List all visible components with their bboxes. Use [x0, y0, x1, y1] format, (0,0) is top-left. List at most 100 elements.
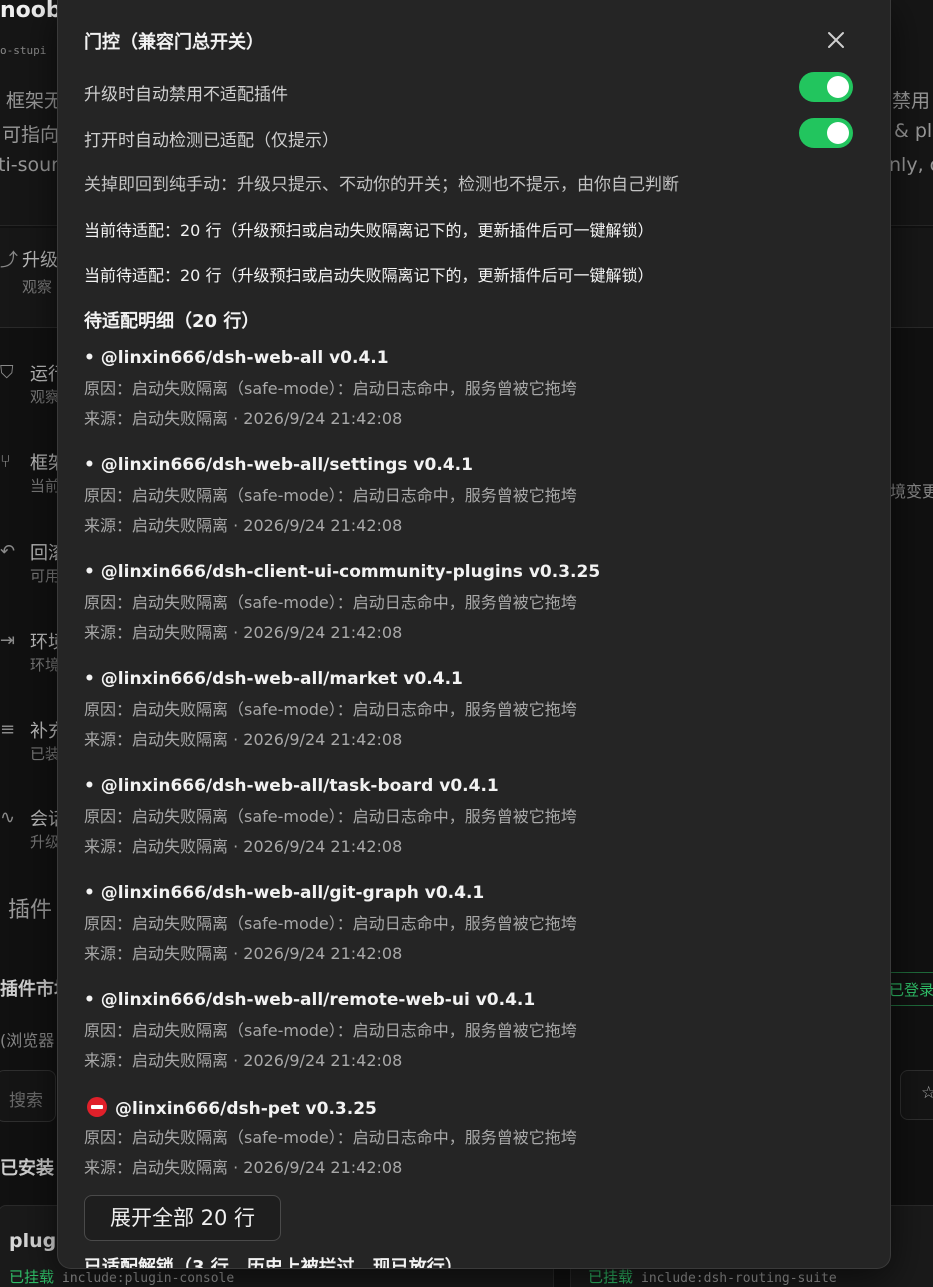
item-name: @linxin666/dsh-pet v0.3.25 [84, 1097, 377, 1119]
pending-count: 当前待适配：20 行（升级预扫或启动失败隔离记下的，更新插件后可一键解锁） [84, 266, 654, 285]
row-sub: 当前 [30, 477, 61, 495]
row-sub: 升级 [30, 833, 61, 851]
option-auto-disable: 升级时自动禁用不适配插件 [84, 72, 864, 112]
item-name: • @linxin666/dsh-client-ui-community-plu… [84, 562, 600, 582]
star-button[interactable]: ☆ [900, 1070, 933, 1120]
expand-all-button[interactable]: 展开全部 20 行 [84, 1195, 281, 1241]
item-reason: 原因：启动失败隔离（safe-mode）：启动日志命中，服务曾被它拖垮 [84, 1021, 577, 1040]
plugin-id: @linxin666/dsh-web-all/task-board v0.4.1 [100, 776, 499, 796]
section-sub: 观察 [22, 278, 53, 296]
bullet: • [84, 883, 95, 903]
item-reason: 原因：启动失败隔离（safe-mode）：启动日志命中，服务曾被它拖垮 [84, 807, 577, 826]
item-reason: 原因：启动失败隔离（safe-mode）：启动日志命中，服务曾被它拖垮 [84, 486, 577, 505]
shield-icon: ⛉ [0, 362, 14, 383]
item-source: 来源：启动失败隔离 · 2026/9/24 21:42:08 [84, 1051, 403, 1070]
row-sub: 观察 [30, 388, 61, 406]
item-name: • @linxin666/dsh-web-all v0.4.1 [84, 348, 389, 368]
upgrade-icon: ⤴ [0, 250, 18, 271]
pending-count: 当前待适配：20 行（升级预扫或启动失败隔离记下的，更新插件后可一键解锁） [84, 221, 654, 240]
resolved-header: 已适配解锁（3 行，历史上被拦过，现已放行） [84, 1257, 463, 1269]
bg-text: ti-sour [0, 154, 59, 176]
toggle-knob [827, 76, 849, 98]
plugin-id: @linxin666/dsh-pet v0.3.25 [115, 1099, 377, 1119]
plugin-id: @linxin666/dsh-web-all v0.4.1 [100, 348, 389, 368]
item-source: 来源：启动失败隔离 · 2026/9/24 21:42:08 [84, 730, 403, 749]
auto-disable-toggle[interactable] [799, 72, 853, 102]
item-source: 来源：启动失败隔离 · 2026/9/24 21:42:08 [84, 944, 403, 963]
search-placeholder: 搜索 [9, 1091, 43, 1111]
star-icon: ☆ [921, 1083, 933, 1103]
gate-modal: 门控（兼容门总开关） 升级时自动禁用不适配插件 打开时自动检测已适配（仅提示） … [57, 0, 891, 1269]
app-subtitle: o-stupi [0, 44, 47, 57]
app-title: noob [0, 0, 62, 23]
plugin-id: @linxin666/dsh-web-all/settings v0.4.1 [100, 455, 473, 475]
installed-title: 已安装 [0, 1158, 54, 1179]
item-reason: 原因：启动失败隔离（safe-mode）：启动日志命中，服务曾被它拖垮 [84, 700, 577, 719]
stop-icon [87, 1097, 107, 1117]
env-icon: ⇥ [0, 630, 16, 651]
option-auto-detect: 打开时自动检测已适配（仅提示） [84, 118, 864, 158]
pending-item: • @linxin666/dsh-web-all/task-board v0.4… [84, 776, 864, 876]
row-sub: 可用 [30, 567, 61, 585]
item-name: • @linxin666/dsh-web-all/market v0.4.1 [84, 669, 463, 689]
modal-title: 门控（兼容门总开关） [84, 32, 264, 53]
section-title: 升级 [22, 250, 58, 271]
item-source: 来源：启动失败隔离 · 2026/9/24 21:42:08 [84, 623, 403, 642]
pending-item: • @linxin666/dsh-web-all/market v0.4.1 原… [84, 669, 864, 769]
bg-text: 可指向 [2, 124, 60, 146]
item-name: • @linxin666/dsh-web-all/remote-web-ui v… [84, 990, 535, 1010]
close-button[interactable] [822, 26, 850, 54]
pending-item: @linxin666/dsh-pet v0.3.25 原因：启动失败隔离（saf… [84, 1097, 864, 1197]
plugin-name: plugi [9, 1230, 63, 1252]
bg-text: & pl [894, 120, 933, 142]
option-label: 打开时自动检测已适配（仅提示） [84, 131, 339, 151]
row-sub: 已装 [30, 745, 61, 763]
bullet: • [84, 669, 95, 689]
bullet: • [84, 455, 95, 475]
undo-icon: ↶ [0, 541, 16, 562]
plugin-status: 已挂载 include:plugin-console [9, 1266, 234, 1287]
status-text: 已挂载 [588, 1268, 634, 1286]
item-source: 来源：启动失败隔离 · 2026/9/24 21:42:08 [84, 1158, 403, 1177]
bullet: • [84, 776, 95, 796]
modal-content: 门控（兼容门总开关） 升级时自动禁用不适配插件 打开时自动检测已适配（仅提示） … [84, 0, 864, 1269]
login-label: 已登录 [889, 981, 933, 999]
auto-detect-toggle[interactable] [799, 118, 853, 148]
item-source: 来源：启动失败隔离 · 2026/9/24 21:42:08 [84, 409, 403, 428]
item-reason: 原因：启动失败隔离（safe-mode）：启动日志命中，服务曾被它拖垮 [84, 1128, 577, 1147]
plugin-id: @linxin666/dsh-client-ui-community-plugi… [100, 562, 601, 582]
item-source: 来源：启动失败隔离 · 2026/9/24 21:42:08 [84, 837, 403, 856]
item-name: • @linxin666/dsh-web-all/git-graph v0.4.… [84, 883, 484, 903]
bullet: • [84, 562, 95, 582]
option-label: 升级时自动禁用不适配插件 [84, 85, 288, 105]
plugin-status: 已挂载 include:dsh-routing-suite [588, 1266, 837, 1287]
item-reason: 原因：启动失败隔离（safe-mode）：启动日志命中，服务曾被它拖垮 [84, 593, 577, 612]
item-reason: 原因：启动失败隔离（safe-mode）：启动日志命中，服务曾被它拖垮 [84, 379, 577, 398]
bullet: • [84, 348, 95, 368]
manual-hint: 关掉即回到纯手动：升级只提示、不动你的开关；检测也不提示，由你自己判断 [84, 175, 679, 195]
search-input[interactable]: 搜索 [0, 1070, 56, 1122]
close-icon [828, 32, 844, 48]
bg-text: nly, c [889, 154, 933, 176]
plugins-header: 插件 [8, 898, 53, 923]
pending-item: • @linxin666/dsh-client-ui-community-plu… [84, 562, 864, 662]
bullet: • [84, 990, 95, 1010]
detail-header: 待适配明细（20 行） [84, 311, 260, 332]
browser-note: (浏览器 [0, 1031, 55, 1050]
row-sub: 环境 [30, 656, 61, 674]
bg-text: 境变更 [890, 482, 933, 501]
status-code: include:dsh-routing-suite [641, 1271, 837, 1286]
toggle-knob [827, 122, 849, 144]
pending-item: • @linxin666/dsh-web-all/remote-web-ui v… [84, 990, 864, 1090]
pending-item: • @linxin666/dsh-web-all/settings v0.4.1… [84, 455, 864, 555]
plugin-id: @linxin666/dsh-web-all/remote-web-ui v0.… [100, 990, 536, 1010]
status-text: 已挂载 [9, 1268, 55, 1286]
item-reason: 原因：启动失败隔离（safe-mode）：启动日志命中，服务曾被它拖垮 [84, 914, 577, 933]
pulse-icon: ∿ [0, 807, 16, 828]
pending-item: • @linxin666/dsh-web-all/git-graph v0.4.… [84, 883, 864, 983]
status-code: include:plugin-console [62, 1271, 235, 1286]
item-name: • @linxin666/dsh-web-all/settings v0.4.1 [84, 455, 473, 475]
bg-text: 禁用 [892, 90, 931, 112]
pending-item: • @linxin666/dsh-web-all v0.4.1 原因：启动失败隔… [84, 348, 864, 448]
plugin-id: @linxin666/dsh-web-all/git-graph v0.4.1 [100, 883, 485, 903]
